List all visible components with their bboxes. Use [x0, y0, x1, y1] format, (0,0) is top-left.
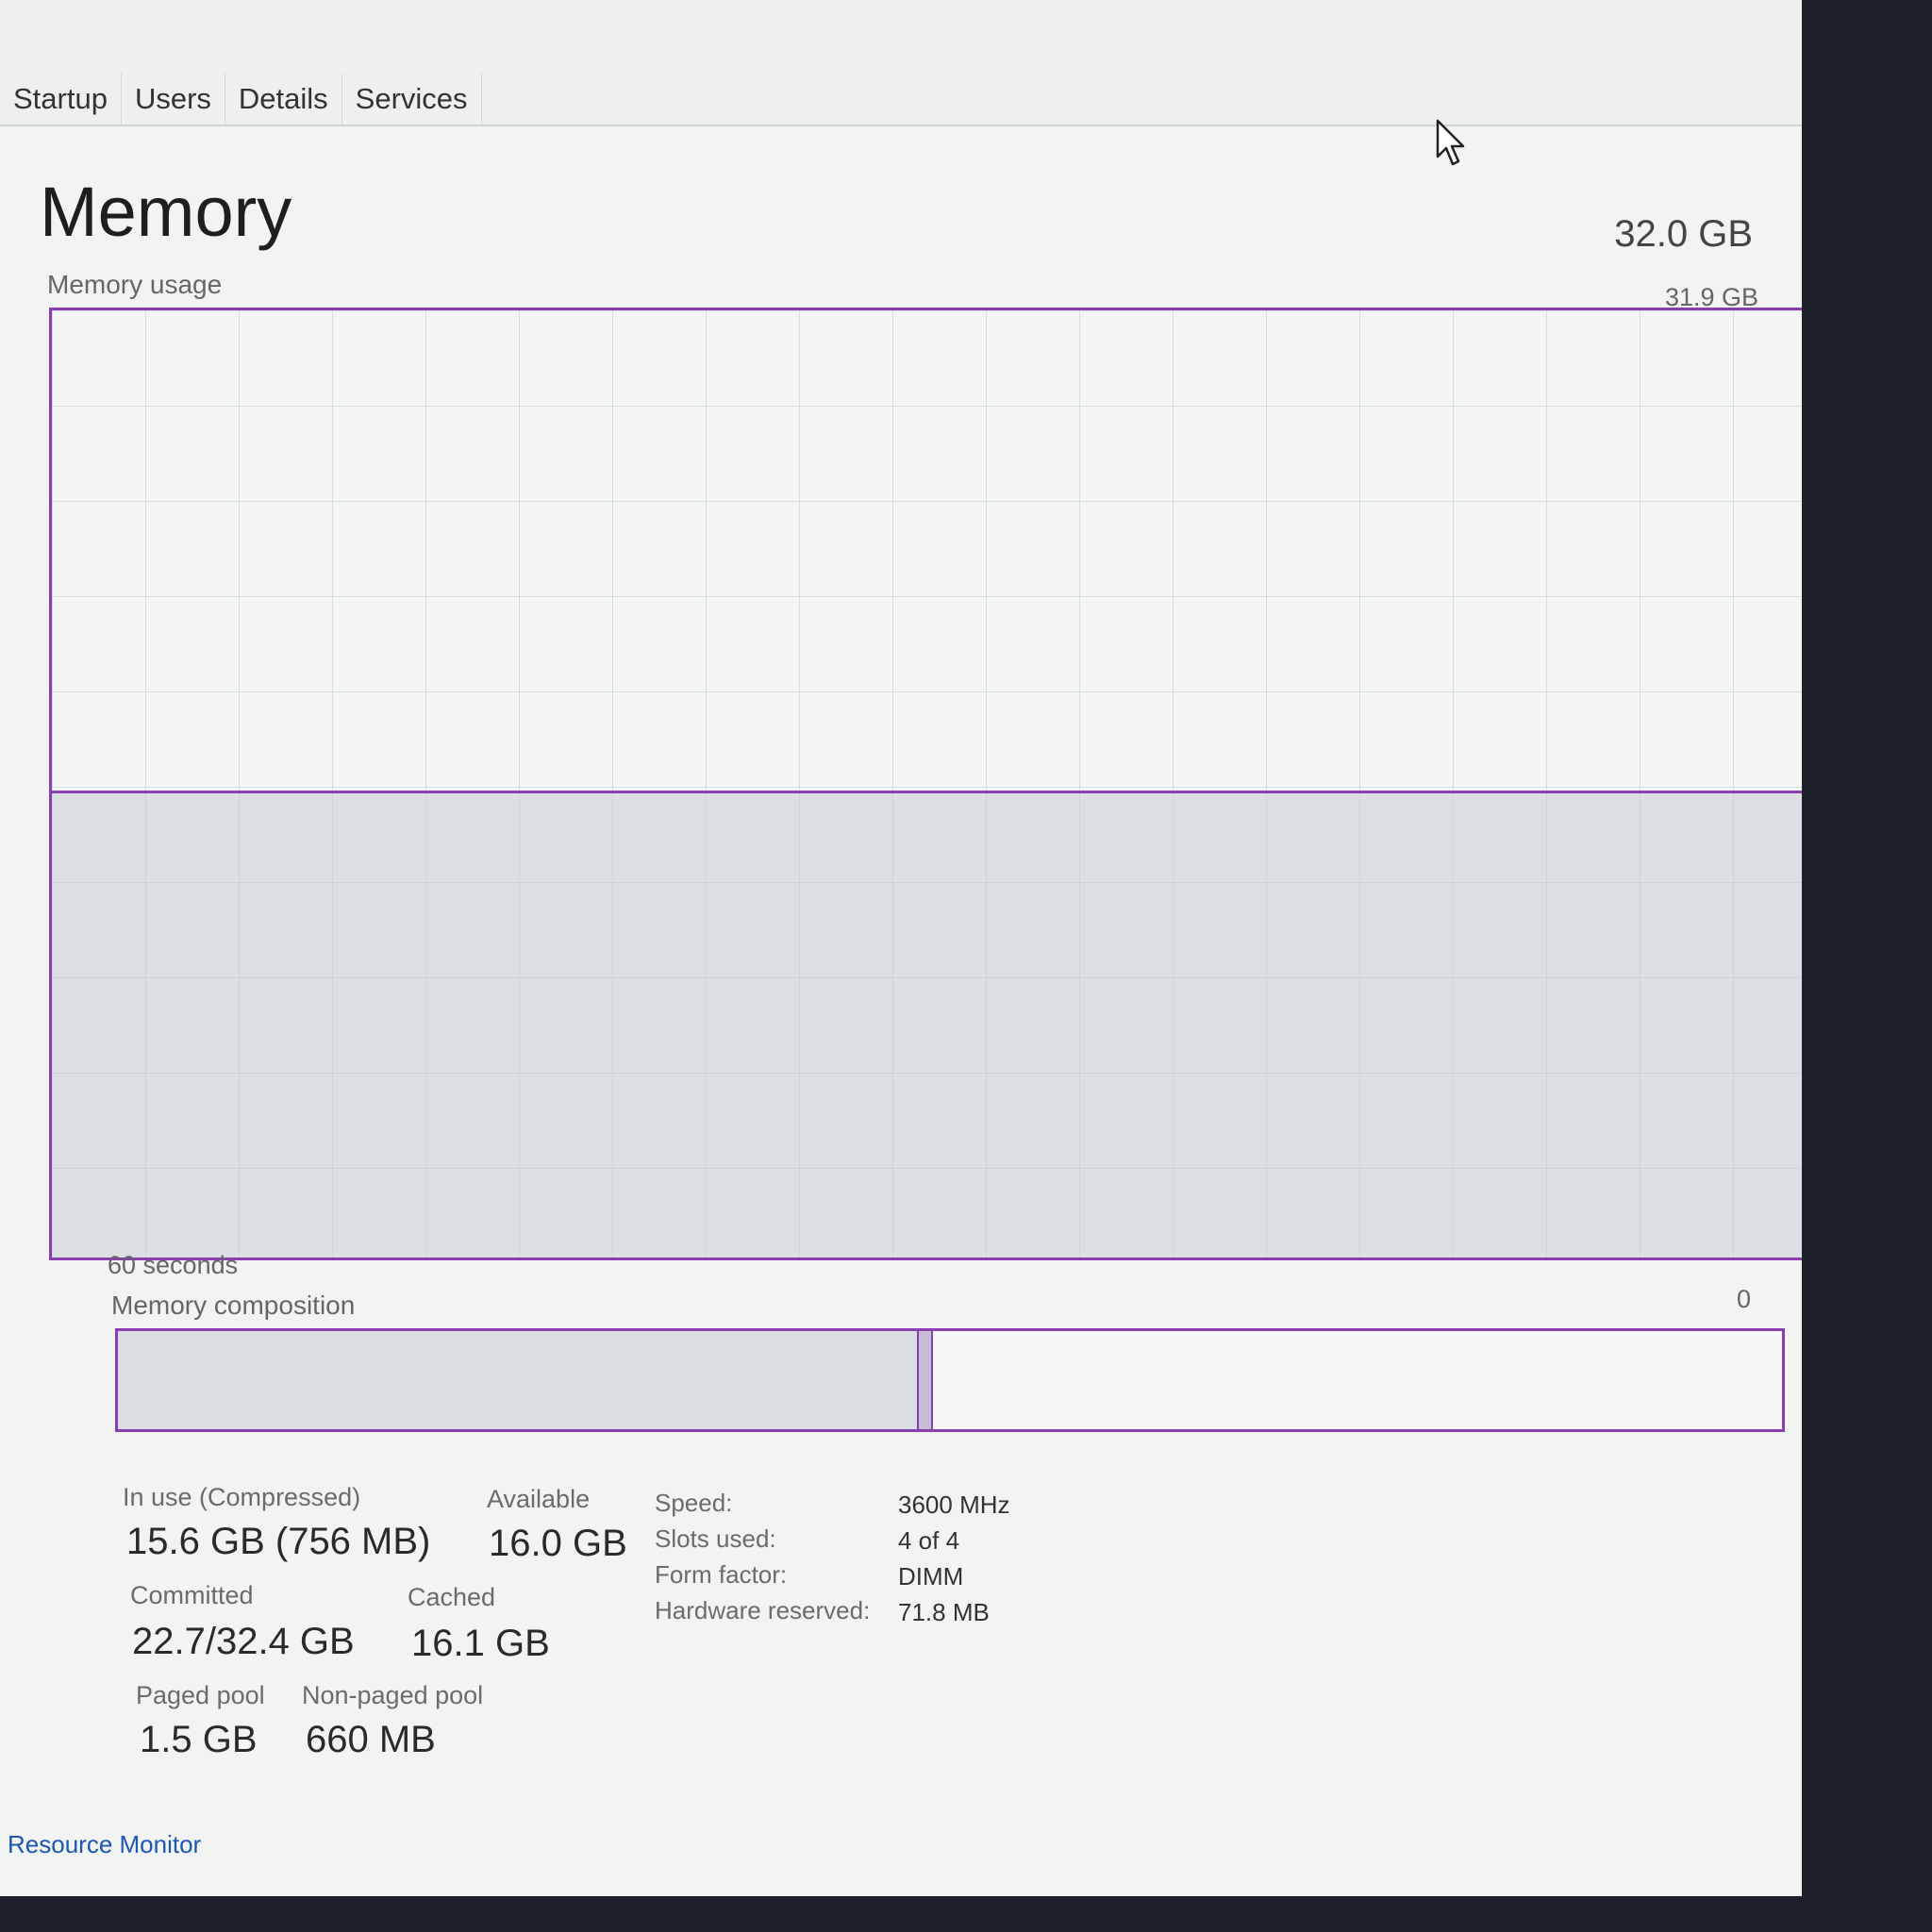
- composition-modified: [916, 1331, 934, 1429]
- resource-monitor-link[interactable]: Resource Monitor: [8, 1830, 201, 1859]
- form-factor-value: DIMM: [898, 1562, 964, 1591]
- non-paged-pool-value: 660 MB: [306, 1719, 436, 1760]
- memory-usage-fill: [52, 791, 1802, 1257]
- in-use-label: In use (Compressed): [123, 1483, 361, 1511]
- available-label: Available: [487, 1485, 591, 1513]
- page-title: Memory: [40, 173, 292, 251]
- slots-used-label: Slots used:: [655, 1524, 776, 1553]
- cached-value: 16.1 GB: [411, 1623, 550, 1664]
- tab-details[interactable]: Details: [225, 74, 342, 125]
- total-memory: 32.0 GB: [1614, 213, 1753, 255]
- graph-min-label: 0: [1736, 1285, 1751, 1313]
- in-use-value: 15.6 GB (756 MB): [126, 1521, 431, 1562]
- available-value: 16.0 GB: [489, 1523, 627, 1564]
- paged-pool-value: 1.5 GB: [140, 1719, 258, 1760]
- tab-bar: Startup Users Details Services: [0, 0, 1802, 126]
- hardware-reserved-value: 71.8 MB: [898, 1598, 990, 1626]
- non-paged-pool-label: Non-paged pool: [302, 1681, 484, 1709]
- slots-used-value: 4 of 4: [898, 1526, 960, 1555]
- tab-startup[interactable]: Startup: [0, 74, 122, 125]
- graph-label: Memory usage: [47, 270, 223, 299]
- committed-label: Committed: [130, 1581, 254, 1609]
- composition-label: Memory composition: [111, 1291, 356, 1320]
- task-manager-window: Startup Users Details Services Memory 32…: [0, 0, 1802, 1896]
- paged-pool-label: Paged pool: [136, 1681, 265, 1709]
- form-factor-label: Form factor:: [655, 1560, 788, 1589]
- mouse-cursor-icon: [1436, 119, 1465, 166]
- hardware-reserved-label: Hardware reserved:: [655, 1596, 871, 1624]
- committed-value: 22.7/32.4 GB: [132, 1621, 355, 1662]
- speed-label: Speed:: [655, 1489, 733, 1517]
- tab-users[interactable]: Users: [122, 74, 225, 125]
- speed-value: 3600 MHz: [898, 1491, 1010, 1519]
- composition-in-use: [118, 1331, 917, 1429]
- graph-time-label: 60 seconds: [108, 1251, 239, 1279]
- tab-services[interactable]: Services: [342, 74, 482, 125]
- cached-label: Cached: [408, 1583, 496, 1611]
- memory-composition-bar: [115, 1328, 1785, 1432]
- tab-strip: Startup Users Details Services: [0, 74, 482, 125]
- memory-usage-graph: [49, 308, 1802, 1260]
